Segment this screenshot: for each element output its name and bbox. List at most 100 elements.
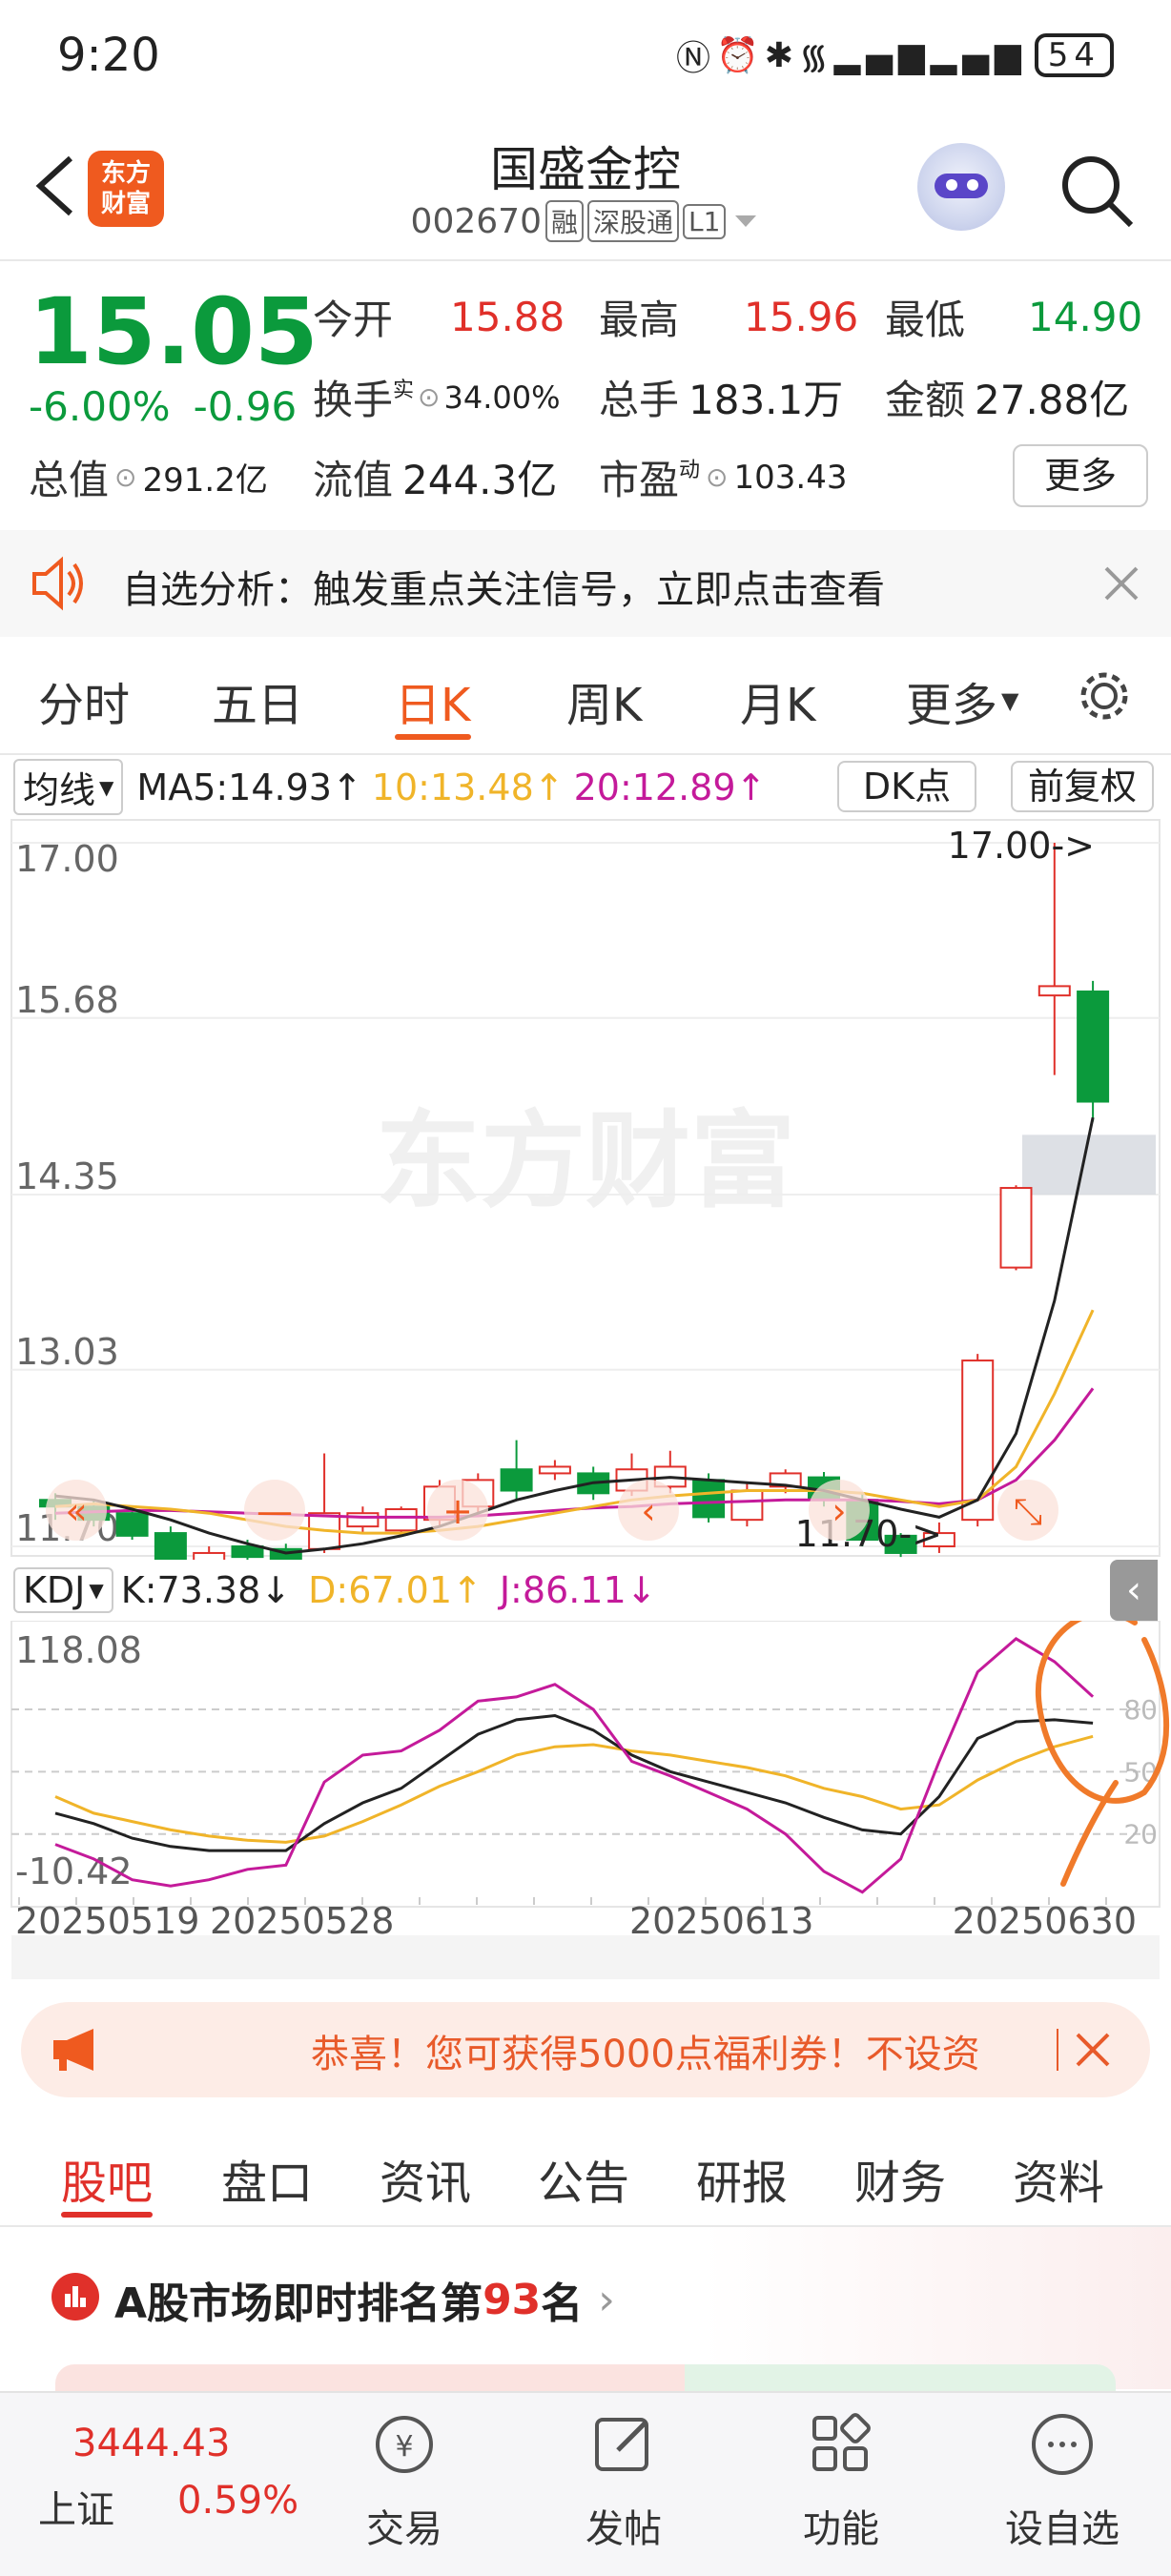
chart-nav-icon: ⤡ [1014,1490,1042,1532]
adjust-price-button[interactable]: 前复权 [1011,761,1154,812]
nav-functions[interactable]: 功能 [774,2498,908,2553]
change-value: -0.96 [193,383,298,430]
tab-monthly-k[interactable]: 月K [740,667,815,734]
rank-prefix: A股市场即时排名第 [114,2280,483,2328]
candle-body [115,1512,149,1537]
x-tick-label: 20250528 [210,1900,394,1942]
index-value[interactable]: 3444.43 [72,2422,230,2465]
ma-select-label: 均线 [23,769,96,811]
functions-icon[interactable] [803,2406,879,2483]
index-change[interactable]: 0.59% [177,2479,298,2523]
y-tick-label: 17.00 [15,838,119,880]
tab-orderbook[interactable]: 盘口 [221,2145,313,2212]
close-notice-button[interactable] [1100,562,1142,608]
down-arrow-icon: ↓ [626,1569,657,1611]
pe-label: 市盈 [599,457,680,503]
nav-add-watchlist[interactable]: 设自选 [996,2498,1129,2553]
candle-body [193,1551,226,1560]
candlestick-chart[interactable]: 东方财富17.0015.6814.3513.0311.7017.00->11.7… [0,816,1171,1560]
candle-body [500,1468,533,1492]
candle-body [346,1512,380,1528]
ma5-label: MA5:14.93 [136,766,332,808]
x-tick-label: 20250519 [15,1900,199,1942]
nav-trade[interactable]: 交易 [338,2498,471,2553]
ma-select[interactable]: 均线 ▼ [13,759,124,815]
tab-forum[interactable]: 股吧 [61,2145,153,2212]
kdj-chart[interactable]: 118.08-10.42805020 [0,1621,1171,1935]
up-arrow-icon: ↑ [533,766,565,808]
tab-intraday[interactable]: 分时 [38,667,130,734]
open-label: 今开 [313,296,394,343]
tab-more[interactable]: 更多 ▼ [906,667,1018,734]
header-divider [0,259,1171,261]
index-name[interactable]: 上证 [38,2479,114,2534]
price-range-band [1022,1135,1156,1195]
j-label: J:86.11 [499,1569,627,1611]
signal2-icon: ▂▄▆ [930,35,1027,75]
tab-five-day[interactable]: 五日 [212,667,303,734]
status-icons: Ⓝ ⏰ ✱ ᯾ ▂▄▆ ▂▄▆ 54 [676,31,1114,80]
tab-daily-k[interactable]: 日K [395,667,470,734]
caret-down-icon: ▼ [99,775,114,799]
open-field: 今开 15.88 [313,288,565,346]
tab-announcements[interactable]: 公告 [538,2145,629,2212]
change-percent: -6.00% [29,383,171,430]
float-value: 244.3亿 [402,457,558,503]
candle-body [730,1489,764,1522]
volume-field: 总手 183.1万 [599,368,843,426]
clock: 9:20 [57,29,160,82]
close-icon [1076,2033,1110,2067]
up-arrow-icon: ↑ [331,766,362,808]
tab-profile[interactable]: 资料 [1013,2145,1104,2212]
search-icon [1062,156,1134,228]
high-label: 最高 [599,296,680,343]
wifi-icon: ᯾ [798,37,834,77]
mktcap-value: 291.2亿 [142,461,268,500]
chevron-right-icon: › [598,2275,615,2324]
notice-text: 自选分析：触发重点关注信号，立即点击查看 [122,568,885,612]
chart-nav-icon: › [832,1490,846,1532]
pe-sup: 动 [679,458,701,482]
assistant-robot-icon[interactable] [917,143,1005,231]
chevron-left-icon: ‹ [1126,1568,1141,1612]
more-button[interactable]: 更多 [1013,444,1148,507]
dk-point-button[interactable]: DK点 [837,761,976,812]
settings-button[interactable] [1076,667,1133,728]
change-row: -6.00% -0.96 [29,383,297,430]
float-field: 流值 244.3亿 [313,448,557,506]
x-tick-label: 20250613 [629,1900,813,1942]
nfc-icon: Ⓝ [675,39,716,78]
gear-icon [1080,672,1128,720]
mktcap-label: 总值 [29,457,110,503]
tab-weekly-k[interactable]: 周K [566,667,642,734]
tab-news[interactable]: 资讯 [380,2145,471,2212]
candle-body [999,1187,1033,1269]
kdj-legend-row: KDJ ▼ K:73.38 ↓ D:67.01 ↑ J:86.11 ↓ [13,1567,656,1613]
close-banner-button[interactable] [1072,2029,1114,2075]
add-watchlist-icon[interactable] [1024,2406,1100,2483]
trade-icon[interactable]: ¥ [366,2406,442,2483]
k-label: K:73.38 [120,1569,261,1611]
y-tick-label: 15.68 [15,979,119,1021]
candle-body [384,1508,418,1532]
amount-value: 27.88亿 [975,377,1130,423]
bluetooth-icon: ✱ [764,35,799,75]
max-price-annotation: 17.00-> [948,825,1095,867]
x-tick-label: 20250630 [953,1900,1137,1942]
search-button[interactable] [1057,151,1137,231]
tab-research[interactable]: 研报 [696,2145,788,2212]
info-icon: ⊙ [114,461,137,493]
chart-nav-icon: + [442,1490,473,1532]
mktcap-field: 总值 ⊙ 291.2亿 [29,448,268,506]
indicator-select[interactable]: KDJ ▼ [13,1567,113,1613]
up-arrow-icon: ↑ [452,1569,483,1611]
collapse-panel-button[interactable]: ‹ [1110,1560,1158,1621]
low-label: 最低 [885,296,966,343]
promo-text: 恭喜！您可获得5000点福利券！不设资 [311,2033,980,2076]
low-value: 14.90 [1028,294,1143,340]
post-icon[interactable] [586,2406,662,2483]
indicator-select-label: KDJ [23,1569,86,1611]
candle-body [154,1532,187,1560]
nav-post[interactable]: 发帖 [557,2498,690,2553]
tab-financials[interactable]: 财务 [854,2145,946,2212]
